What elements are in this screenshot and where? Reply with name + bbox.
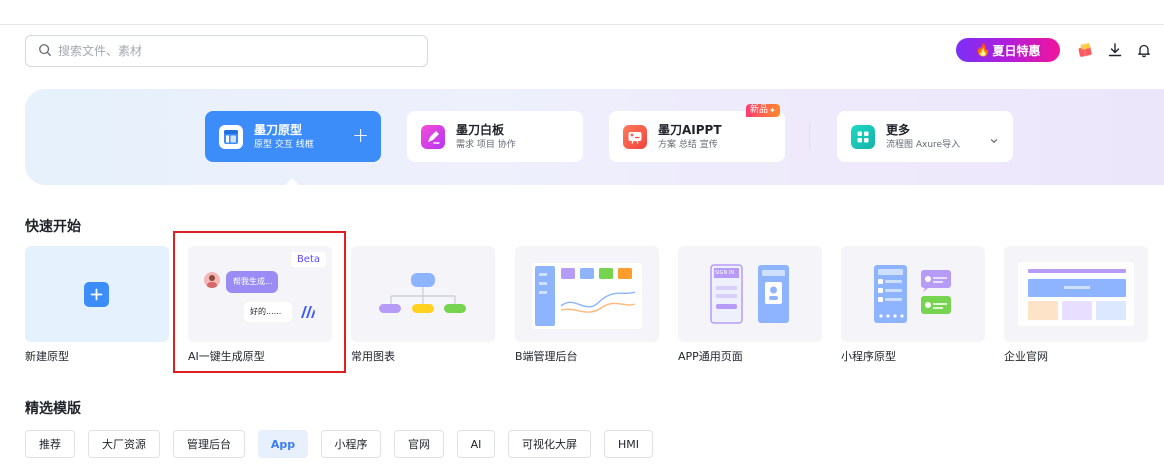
- b-admin-tile[interactable]: [515, 246, 659, 342]
- create-whiteboard-card[interactable]: 墨刀白板 需求 项目 协作: [407, 111, 583, 162]
- card-subtitle: 流程图 Axure导入: [886, 139, 961, 150]
- app-pages-tile[interactable]: SIGN IN: [678, 246, 822, 342]
- search-input[interactable]: [58, 44, 398, 58]
- tag-recommend[interactable]: 推荐: [25, 430, 75, 458]
- card-subtitle: 需求 项目 协作: [456, 139, 516, 150]
- bell-icon[interactable]: [1135, 41, 1153, 59]
- tile-label: 小程序原型: [841, 350, 896, 363]
- card-title: 墨刀AIPPT: [658, 122, 722, 137]
- download-icon[interactable]: [1106, 41, 1124, 59]
- gift-icon[interactable]: [1076, 41, 1094, 59]
- tile-label: 新建原型: [25, 350, 69, 363]
- dashboard-illustration: [532, 263, 642, 329]
- tag-admin[interactable]: 管理后台: [173, 430, 245, 458]
- prototype-icon: [219, 124, 243, 149]
- card-subtitle: 原型 交互 线框: [254, 139, 314, 150]
- card-title: 墨刀原型: [254, 122, 303, 137]
- website-illustration: [1018, 262, 1134, 326]
- plus-icon[interactable]: +: [352, 125, 369, 145]
- promo-label: 夏日特惠: [992, 43, 1041, 58]
- chevron-down-icon[interactable]: [989, 131, 999, 150]
- flowchart-illustration: [379, 273, 466, 313]
- new-badge: 新品 ✦: [746, 104, 780, 117]
- fire-icon: 🔥: [975, 43, 991, 57]
- mini-program-illustration: [874, 265, 951, 323]
- templates-title: 精选模版: [25, 401, 81, 417]
- tile-label: B端管理后台: [515, 350, 578, 363]
- common-charts-tile[interactable]: [351, 246, 495, 342]
- banner-divider: [809, 122, 810, 150]
- card-title: 墨刀白板: [456, 122, 505, 137]
- app-screens-illustration: [710, 264, 789, 324]
- tag-website[interactable]: 官网: [394, 430, 444, 458]
- add-icon: [84, 282, 109, 307]
- sign-in-text: SIGN IN: [715, 270, 735, 276]
- corporate-site-tile[interactable]: [1004, 246, 1148, 342]
- summer-sale-button[interactable]: 🔥 夏日特惠: [956, 38, 1060, 62]
- active-card-pointer: [285, 178, 299, 185]
- tag-big-company[interactable]: 大厂资源: [88, 430, 160, 458]
- card-subtitle: 方案 总结 宣传: [658, 139, 718, 150]
- search-icon: [38, 42, 52, 61]
- mini-program-tile[interactable]: [841, 246, 985, 342]
- new-badge-label: 新品: [750, 105, 769, 115]
- aippt-icon: [623, 124, 647, 149]
- whiteboard-icon: [421, 124, 445, 149]
- tile-label: 企业官网: [1004, 350, 1048, 363]
- quick-start-title: 快速开始: [25, 219, 81, 235]
- top-divider: [0, 24, 1164, 25]
- tag-visual-screen[interactable]: 可视化大屏: [508, 430, 591, 458]
- tile-label: APP通用页面: [678, 350, 743, 363]
- more-grid-icon: [851, 124, 875, 149]
- search-box[interactable]: [25, 35, 428, 67]
- sparkle-icon: ✦: [769, 106, 776, 115]
- tag-app[interactable]: App: [258, 430, 308, 458]
- new-prototype-tile[interactable]: [25, 246, 169, 342]
- create-prototype-card[interactable]: 墨刀原型 原型 交互 线框 +: [205, 111, 381, 162]
- create-aippt-card[interactable]: 墨刀AIPPT 方案 总结 宣传: [609, 111, 785, 162]
- tag-ai[interactable]: AI: [457, 430, 495, 458]
- tile-label: 常用图表: [351, 350, 395, 363]
- tag-hmi[interactable]: HMI: [604, 430, 653, 458]
- highlight-box: [173, 231, 346, 373]
- card-title: 更多: [886, 122, 911, 137]
- tag-mini-program[interactable]: 小程序: [321, 430, 381, 458]
- create-more-card[interactable]: 更多 流程图 Axure导入: [837, 111, 1013, 162]
